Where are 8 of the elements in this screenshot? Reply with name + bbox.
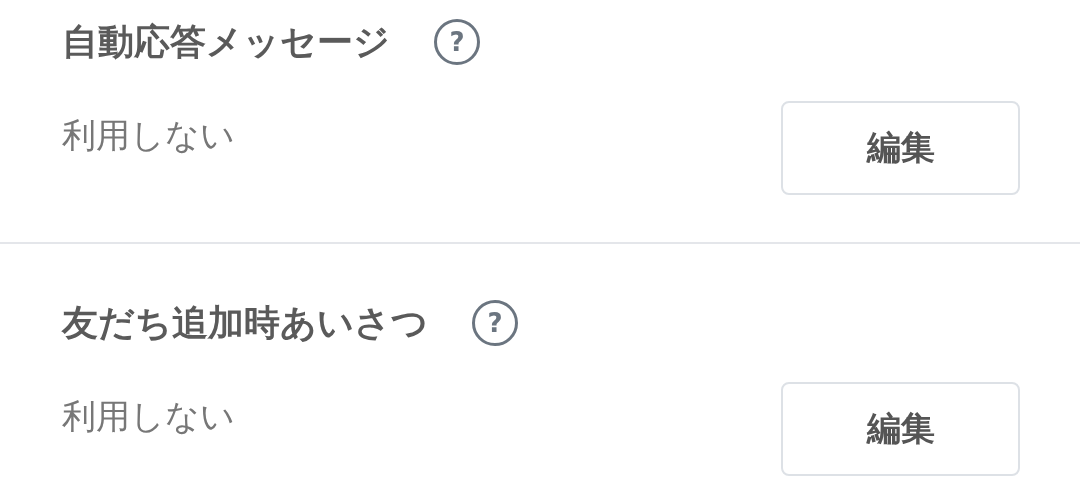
setting-value: 利用しない [62, 395, 235, 438]
setting-value: 利用しない [62, 114, 235, 157]
edit-button[interactable]: 編集 [781, 382, 1020, 476]
help-button[interactable]: ? [472, 300, 518, 346]
setting-title: 自動応答メッセージ [62, 19, 390, 64]
setting-title: 友だち追加時あいさつ [62, 300, 428, 345]
edit-button[interactable]: 編集 [781, 101, 1020, 195]
help-button[interactable]: ? [434, 19, 480, 65]
